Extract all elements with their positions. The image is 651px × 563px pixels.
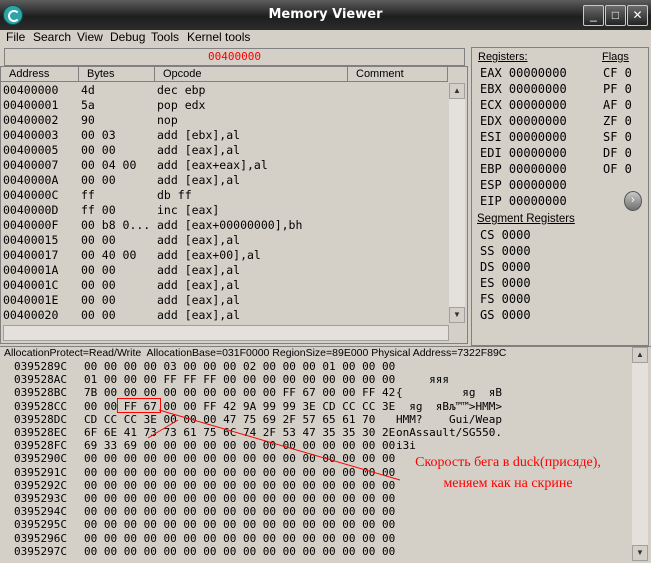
arrow-line-side bbox=[147, 419, 179, 439]
arrow-line-to-highlight bbox=[158, 409, 401, 481]
annotation-text: Скорость бега в duck(присяде), меняем ка… bbox=[415, 455, 601, 491]
